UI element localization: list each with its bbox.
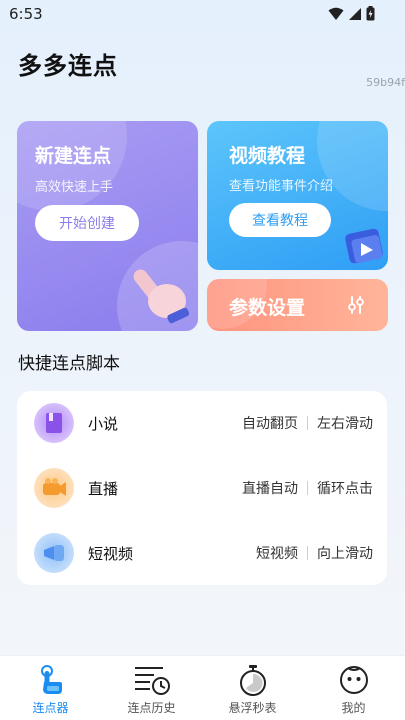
- item-name: 短视频: [88, 545, 134, 563]
- new-click-card[interactable]: 新建连点 高效快速上手 开始创建: [17, 121, 198, 331]
- item-tag-secondary: 向上滑动: [317, 546, 373, 562]
- tag-divider: [307, 416, 308, 430]
- battery-icon: [366, 6, 375, 21]
- tap-hand-icon: [133, 269, 190, 324]
- nav-label-stopwatch: 悬浮秒表: [228, 701, 277, 715]
- video-tutorial-card[interactable]: 视频教程 查看功能事件介绍 查看教程: [207, 121, 388, 270]
- params-settings-card[interactable]: 参数设置: [207, 279, 388, 331]
- list-item-novel[interactable]: 小说 自动翻页 左右滑动: [17, 391, 387, 455]
- item-name: 小说: [88, 415, 119, 433]
- nav-item-stopwatch[interactable]: 悬浮秒表: [202, 656, 303, 720]
- nav-label-clicker: 连点器: [32, 701, 69, 715]
- tag-divider: [307, 481, 308, 495]
- status-bar: 6:53: [0, 0, 405, 28]
- nav-label-history: 连点历史: [127, 701, 176, 715]
- start-create-button[interactable]: 开始创建: [35, 205, 139, 241]
- item-tag-secondary: 循环点击: [317, 481, 373, 497]
- bottom-nav: 连点器 连点历史 悬浮秒表 我的: [0, 655, 405, 720]
- status-icons: [328, 6, 375, 21]
- quick-scripts-title: 快捷连点脚本: [18, 354, 120, 374]
- book-icon: [34, 403, 74, 443]
- nav-item-mine[interactable]: 我的: [303, 656, 404, 720]
- nav-item-clicker[interactable]: 连点器: [0, 656, 101, 720]
- nav-item-history[interactable]: 连点历史: [101, 656, 202, 720]
- wifi-icon: [328, 7, 344, 20]
- new-click-title: 新建连点: [35, 145, 112, 167]
- item-tags: 短视频 向上滑动: [256, 543, 373, 563]
- signal-icon: [349, 7, 361, 20]
- item-name: 直播: [88, 480, 119, 498]
- tag-divider: [307, 546, 308, 560]
- params-settings-title: 参数设置: [229, 297, 306, 319]
- device-code: 59b94f: [366, 76, 405, 89]
- item-tag-primary: 直播自动: [242, 481, 298, 497]
- history-icon: [134, 667, 170, 695]
- video-tutorial-title: 视频教程: [229, 145, 306, 167]
- view-tutorial-button[interactable]: 查看教程: [229, 203, 331, 237]
- camera-icon: [34, 468, 74, 508]
- megaphone-icon: [34, 533, 74, 573]
- list-item-live[interactable]: 直播 直播自动 循环点击: [17, 456, 387, 520]
- item-tag-primary: 自动翻页: [242, 416, 298, 432]
- item-tag-secondary: 左右滑动: [317, 416, 373, 432]
- nav-label-mine: 我的: [341, 701, 366, 715]
- sliders-icon: [348, 296, 364, 314]
- item-tags: 直播自动 循环点击: [242, 478, 373, 498]
- app-title: 多多连点: [18, 52, 118, 80]
- stopwatch-icon: [239, 665, 266, 696]
- tap-hand-icon: [40, 665, 62, 694]
- item-tag-primary: 短视频: [256, 546, 298, 562]
- status-time: 6:53: [9, 5, 43, 23]
- video-tutorial-subtitle: 查看功能事件介绍: [229, 179, 334, 194]
- new-click-subtitle: 高效快速上手: [35, 180, 114, 195]
- quick-scripts-list: 小说 自动翻页 左右滑动 直播 直播自动 循环点击 短视频 短视频 向上滑动: [17, 391, 387, 585]
- profile-face-icon: [339, 666, 368, 694]
- video-play-icon: [345, 228, 383, 264]
- item-tags: 自动翻页 左右滑动: [242, 413, 373, 433]
- list-item-short-video[interactable]: 短视频 短视频 向上滑动: [17, 521, 387, 585]
